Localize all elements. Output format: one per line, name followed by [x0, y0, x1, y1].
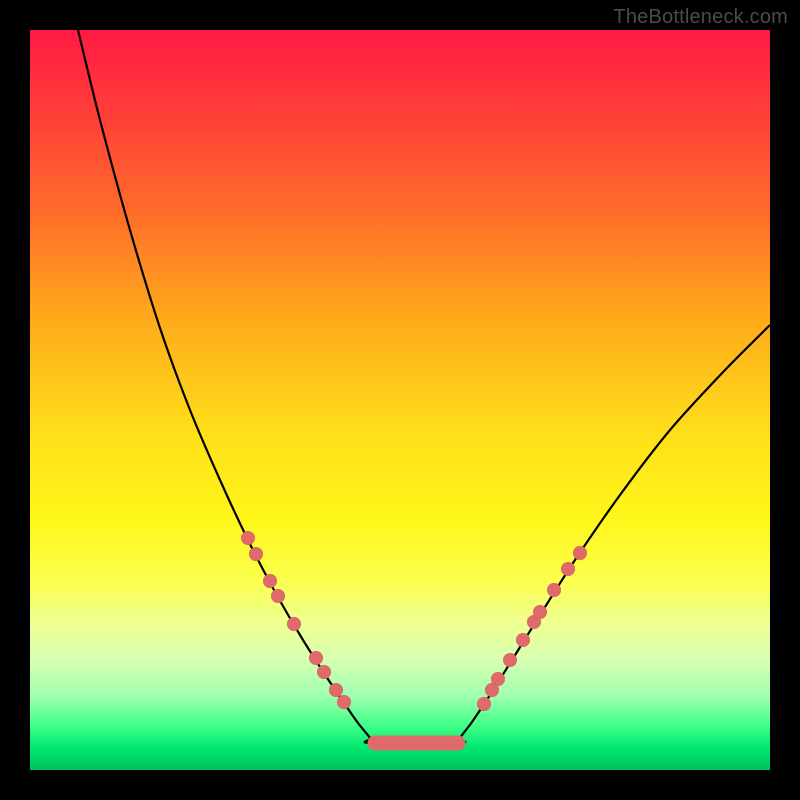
data-dot-right [516, 633, 530, 647]
data-dot-right [533, 605, 547, 619]
watermark-text: TheBottleneck.com [613, 6, 788, 29]
data-dot-right [561, 562, 575, 576]
data-dot-right [503, 653, 517, 667]
plot-area [30, 30, 770, 770]
data-dot-left [317, 665, 331, 679]
data-dot-left [271, 589, 285, 603]
data-dot-right [573, 546, 587, 560]
data-dot-right [547, 583, 561, 597]
data-dot-left [287, 617, 301, 631]
chart-frame: TheBottleneck.com [0, 0, 800, 800]
data-dot-right [477, 697, 491, 711]
data-dot-right [491, 672, 505, 686]
data-dot-left [241, 531, 255, 545]
curve-svg [30, 30, 770, 770]
data-dot-left [329, 683, 343, 697]
data-dot-left [263, 574, 277, 588]
bottleneck-curve [78, 30, 770, 744]
data-dot-left [249, 547, 263, 561]
data-dots-group [241, 531, 587, 711]
data-dot-left [309, 651, 323, 665]
data-dot-left [337, 695, 351, 709]
